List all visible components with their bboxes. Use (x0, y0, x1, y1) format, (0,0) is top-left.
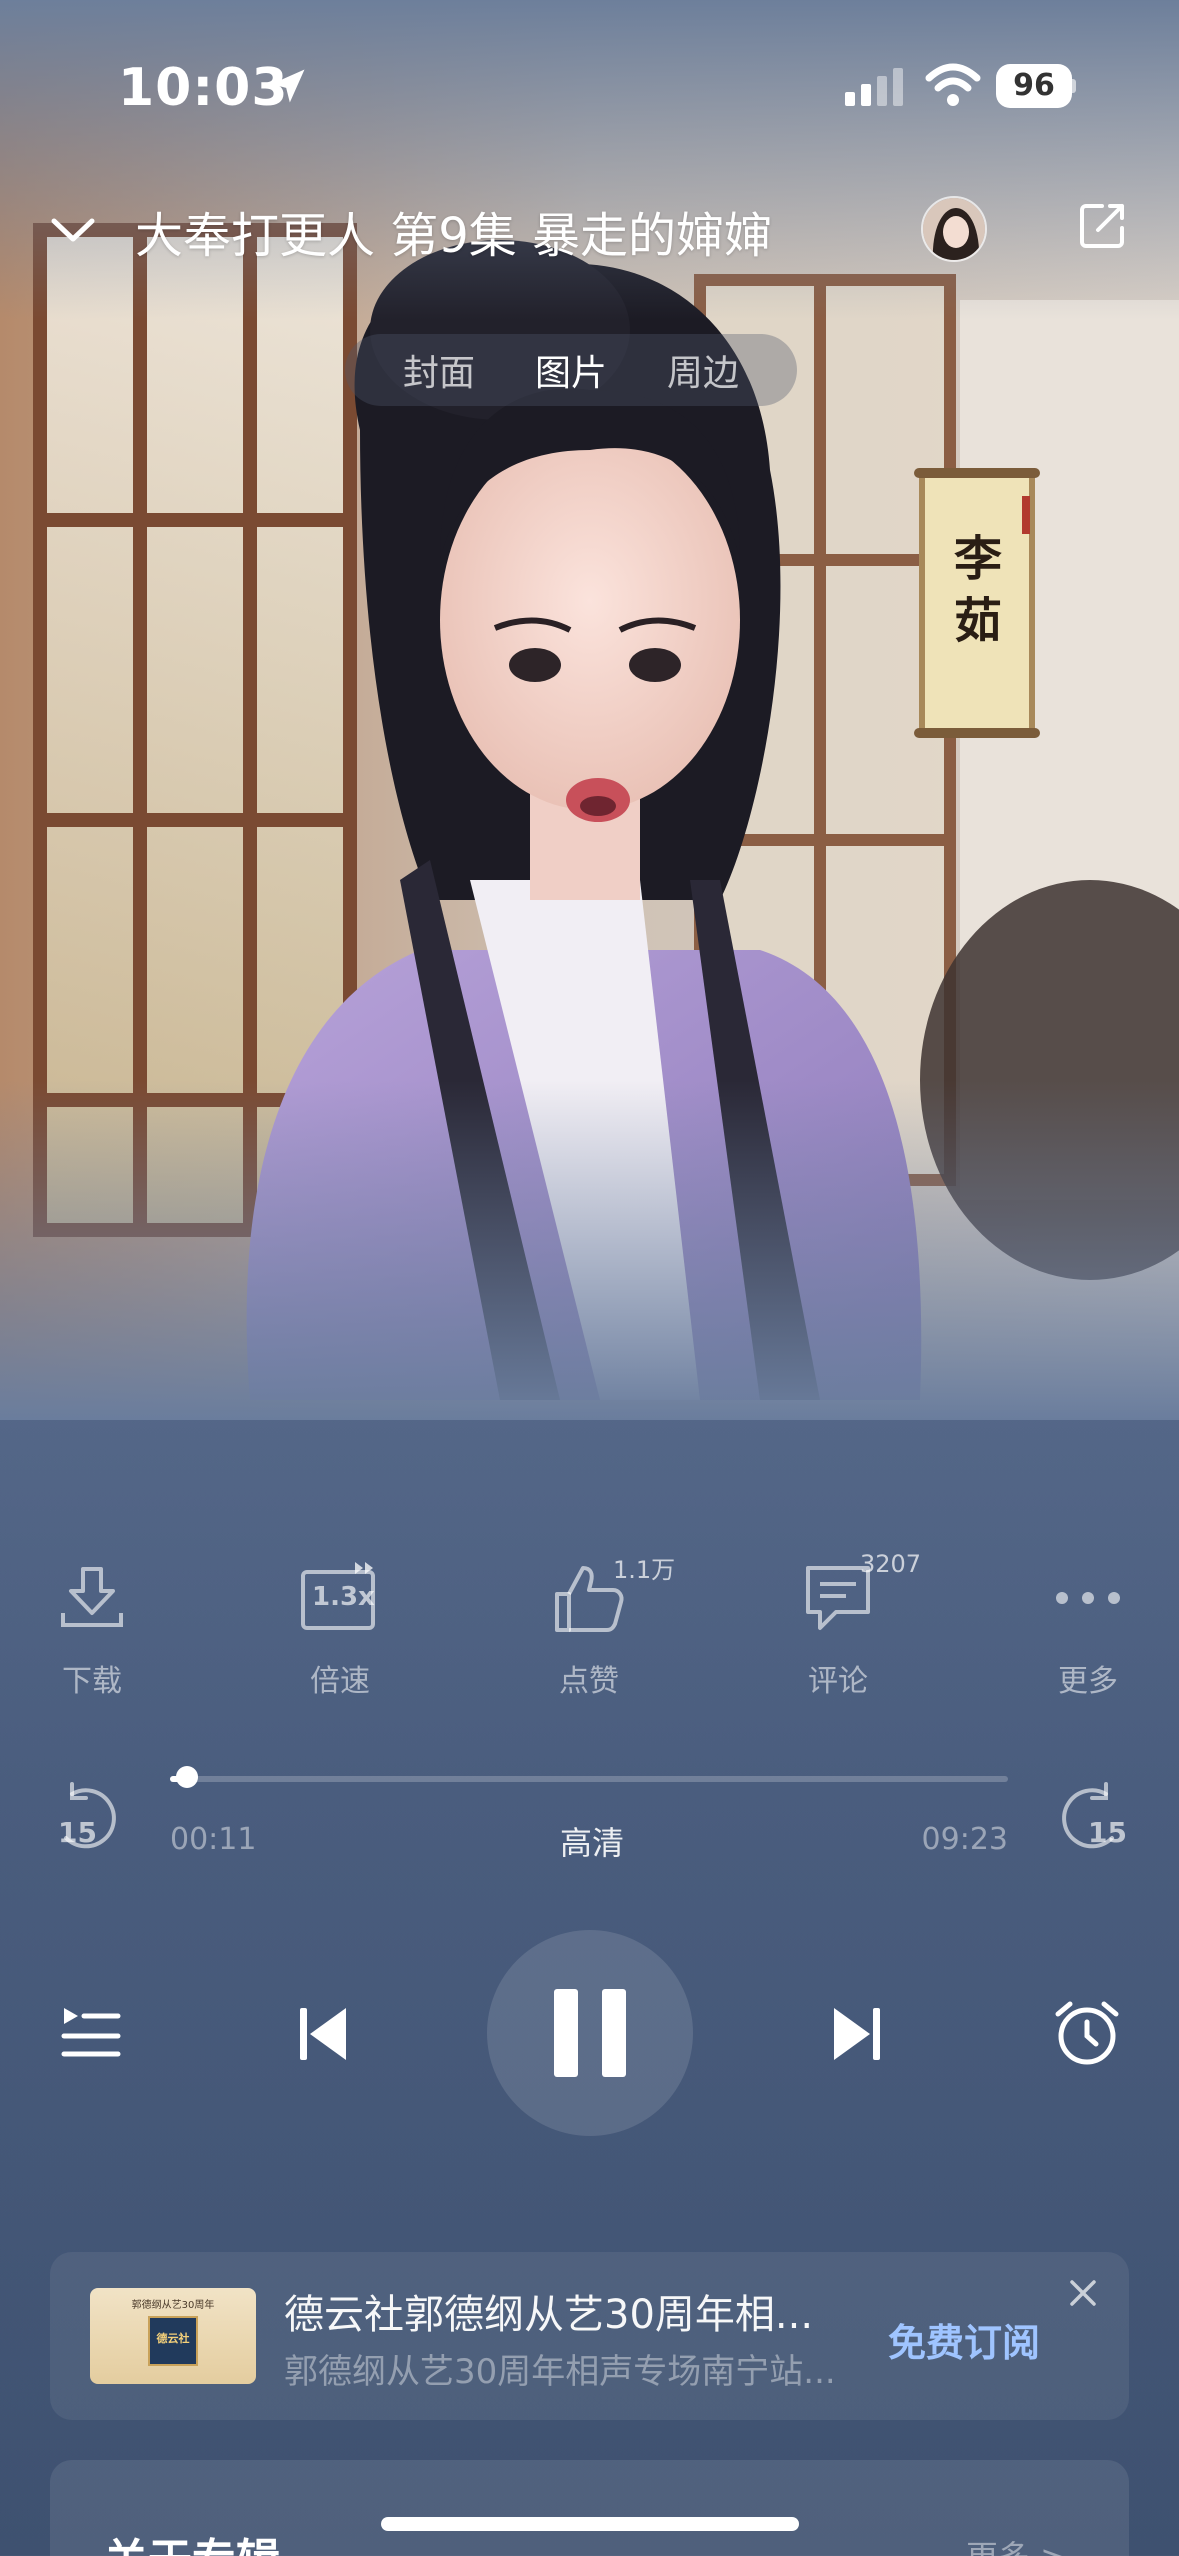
tab-cover[interactable]: 封面 (385, 336, 493, 404)
tab-images[interactable]: 图片 (517, 336, 625, 404)
pause-button[interactable] (487, 1930, 693, 2136)
episode-title: 大奉打更人 第9集 暴走的婶婶 (135, 208, 773, 264)
promo-title: 德云社郭德纲从艺30周年相... (284, 2292, 814, 2338)
like-count: 1.1万 (613, 1556, 676, 1584)
about-album-title: 关于专辑 (104, 2524, 280, 2556)
promo-thumb-caption: 德云社 (156, 2332, 190, 2345)
download-label: 下载 (62, 1664, 122, 1699)
battery-icon: 96 (996, 64, 1076, 108)
speed-button[interactable]: 1.3x 倍速 (280, 1560, 400, 1700)
comment-button[interactable]: 评论 (778, 1560, 898, 1700)
elapsed-time: 00:11 (170, 1822, 257, 1857)
subscribe-button[interactable]: 免费订阅 (888, 2312, 1040, 2367)
chevron-down-icon[interactable] (48, 205, 98, 255)
comment-count: 3207 (860, 1550, 922, 1578)
more-button[interactable]: 更多 (1028, 1560, 1148, 1700)
progress-knob[interactable] (175, 1766, 198, 1788)
share-icon[interactable] (1074, 198, 1130, 254)
pause-icon (554, 1989, 626, 2077)
previous-track-icon[interactable] (298, 2006, 348, 2062)
playlist-icon[interactable] (60, 2002, 122, 2062)
comment-label: 评论 (808, 1664, 868, 1699)
promo-thumb-header: 郭德纲从艺30周年 (131, 2300, 215, 2311)
more-dots-icon (1056, 1592, 1120, 1604)
progress-track[interactable] (170, 1776, 1008, 1782)
rewind-15-label: 15 (58, 1816, 97, 1849)
media-tabs: 封面 图片 周边 (345, 334, 797, 406)
alarm-clock-icon[interactable] (1052, 1998, 1122, 2068)
scroll-calligraphy: 李茹 (953, 531, 1002, 649)
tab-merch[interactable]: 周边 (649, 336, 757, 404)
next-track-icon[interactable] (832, 2006, 882, 2062)
speed-label: 倍速 (310, 1664, 370, 1699)
download-icon (61, 1567, 123, 1627)
wifi-icon (925, 63, 981, 106)
signal-icon (845, 68, 903, 106)
location-arrow-icon (271, 69, 305, 103)
status-time: 10:03 (118, 58, 289, 118)
speed-value: 1.3x (312, 1582, 375, 1612)
promo-thumbnail[interactable]: 郭德纲从艺30周年 德云社 (90, 2288, 256, 2384)
close-icon[interactable] (1068, 2278, 1098, 2308)
duration-time: 09:23 (921, 1822, 1008, 1857)
home-indicator[interactable] (381, 2517, 799, 2531)
like-label: 点赞 (559, 1664, 619, 1699)
about-more-link[interactable]: 更多 > (966, 2532, 1067, 2556)
promo-subtitle: 郭德纲从艺30周年相声专场南宁站... (284, 2352, 836, 2392)
battery-level: 96 (996, 64, 1072, 108)
forward-15-button[interactable]: 15 (1054, 1782, 1127, 1854)
more-label: 更多 (1058, 1664, 1118, 1699)
download-button[interactable]: 下载 (32, 1560, 152, 1700)
forward-15-label: 15 (1088, 1816, 1127, 1849)
avatar[interactable] (921, 196, 987, 262)
rewind-15-button[interactable]: 15 (52, 1782, 124, 1854)
quality-toggle[interactable]: 高清 (560, 1818, 624, 1864)
